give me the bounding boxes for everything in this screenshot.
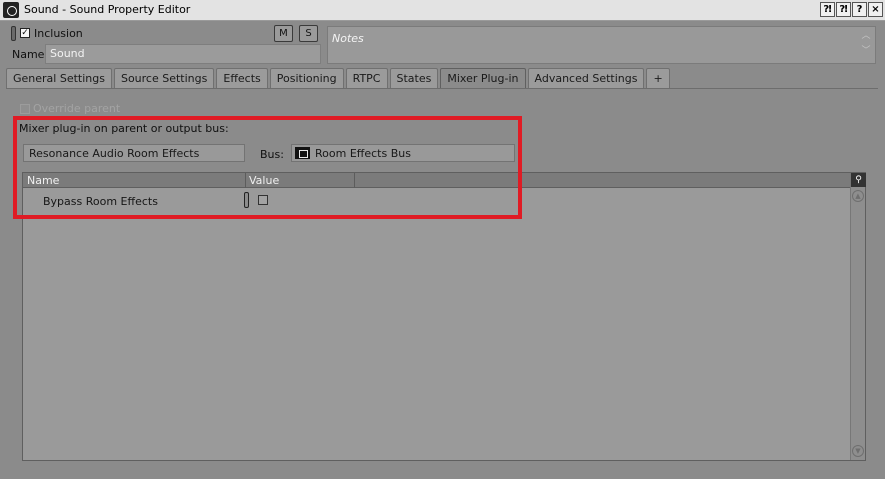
column-header-name[interactable]: Name <box>27 174 59 187</box>
name-label: Name <box>12 48 45 61</box>
rtpc-grip-icon[interactable] <box>244 192 249 208</box>
column-separator[interactable] <box>354 173 355 188</box>
window-title: Sound - Sound Property Editor <box>24 3 191 16</box>
tab-positioning[interactable]: Positioning <box>269 68 344 88</box>
wwise-logo-icon <box>3 2 19 18</box>
scroll-down-icon[interactable]: ﹀ <box>859 44 873 59</box>
override-parent-label: Override parent <box>33 102 121 115</box>
tab-source-settings[interactable]: Source Settings <box>113 68 215 88</box>
notes-scrollbar[interactable]: ︿ ﹀ <box>859 29 873 61</box>
notes-field[interactable]: Notes ︿ ﹀ <box>327 26 876 64</box>
bus-name: Room Effects Bus <box>315 147 411 160</box>
notes-placeholder: Notes <box>332 32 364 45</box>
property-grid: Name Value Bypass Room Effects ⚲ ▲ ▼ <box>22 172 866 461</box>
scroll-up-icon[interactable]: ︿ <box>859 29 873 44</box>
close-button[interactable]: × <box>868 2 883 17</box>
inclusion-grip-icon[interactable] <box>11 26 16 41</box>
bus-field[interactable]: Room Effects Bus <box>291 144 515 162</box>
mixer-section-label: Mixer plug-in on parent or output bus: <box>19 122 229 135</box>
scroll-up-icon[interactable]: ▲ <box>852 190 864 202</box>
bus-label: Bus: <box>260 148 284 161</box>
bus-icon <box>295 147 310 159</box>
tab-rtpc[interactable]: RTPC <box>345 68 388 88</box>
title-bar: Sound - Sound Property Editor ⁈ ⁈ ? × <box>0 0 885 21</box>
tab-effects[interactable]: Effects <box>216 68 268 88</box>
inclusion-checkbox[interactable]: ✓ <box>20 28 30 38</box>
title-bar-buttons: ⁈ ⁈ ? × <box>820 2 883 17</box>
scroll-down-icon[interactable]: ▼ <box>852 445 864 457</box>
name-field[interactable]: Sound <box>45 44 321 64</box>
mute-button[interactable]: M <box>274 25 293 42</box>
tab-states[interactable]: States <box>389 68 439 88</box>
add-tab-button[interactable]: + <box>646 68 670 88</box>
tab-divider <box>6 88 878 89</box>
grid-row-name: Bypass Room Effects <box>43 195 158 208</box>
tab-mixer-plug-in[interactable]: Mixer Plug-in <box>440 68 526 89</box>
tab-general-settings[interactable]: General Settings <box>6 68 112 88</box>
override-parent-checkbox[interactable] <box>20 104 30 114</box>
column-header-value[interactable]: Value <box>249 174 279 187</box>
tab-bar: General Settings Source Settings Effects… <box>6 68 670 89</box>
unpin-icon[interactable]: ⁈ <box>836 2 851 17</box>
tab-advanced-settings[interactable]: Advanced Settings <box>527 68 645 88</box>
property-editor: ✓ Inclusion M S Name Sound Notes ︿ ﹀ Gen… <box>0 21 885 479</box>
help-button[interactable]: ? <box>852 2 867 17</box>
pin-icon[interactable]: ⁈ <box>820 2 835 17</box>
column-separator[interactable] <box>245 173 246 188</box>
search-icon[interactable]: ⚲ <box>851 173 866 187</box>
mixer-plugin-field[interactable]: Resonance Audio Room Effects <box>23 144 245 162</box>
bypass-room-effects-checkbox[interactable] <box>258 195 268 205</box>
grid-scrollbar[interactable]: ⚲ ▲ ▼ <box>850 173 866 460</box>
solo-button[interactable]: S <box>299 25 318 42</box>
grid-header: Name Value <box>23 173 851 188</box>
inclusion-label: Inclusion <box>34 27 83 40</box>
